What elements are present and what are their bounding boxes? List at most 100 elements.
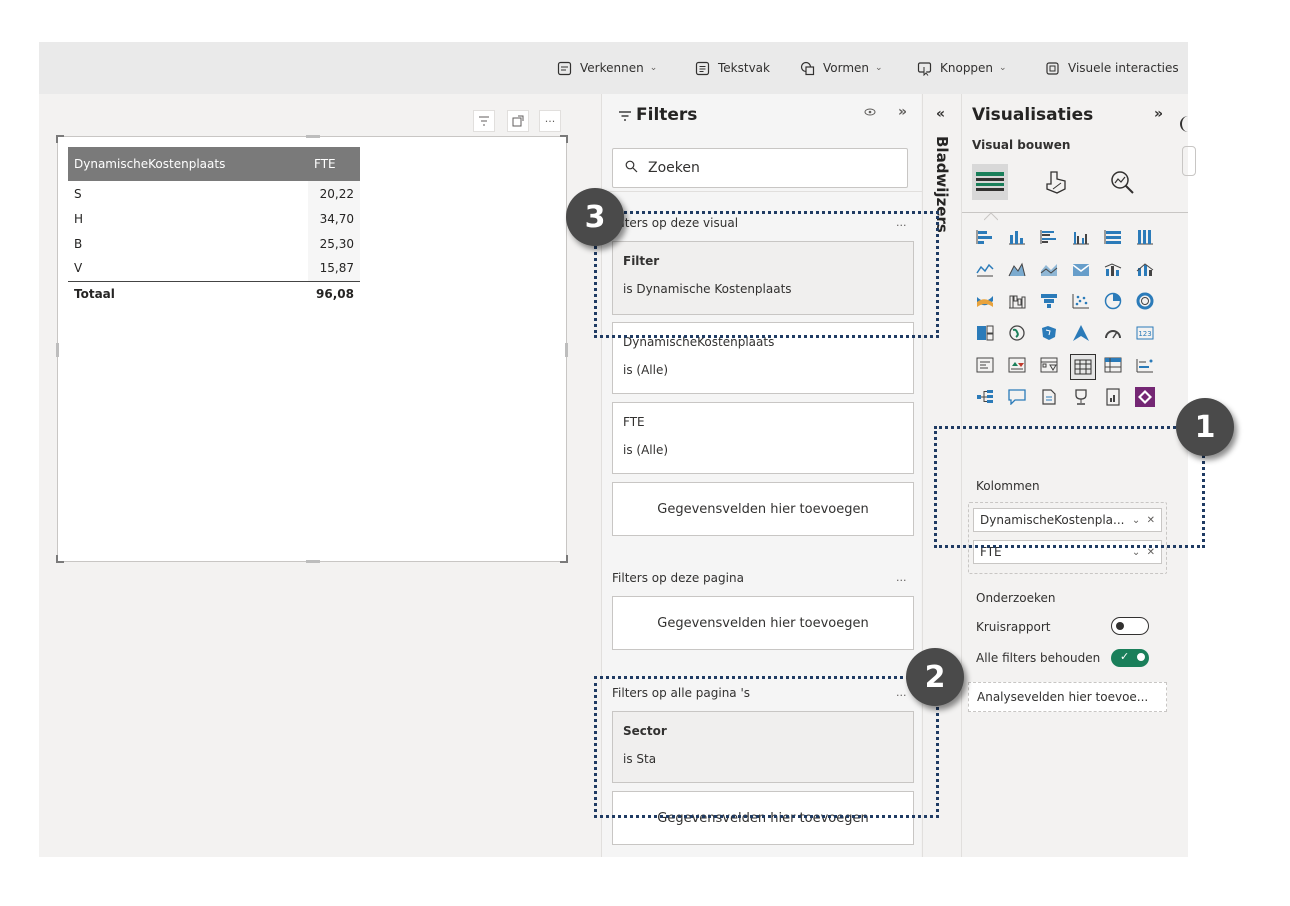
- chevron-down-icon: ⌄: [875, 63, 883, 73]
- line-chart-icon[interactable]: [974, 258, 996, 280]
- resize-handle[interactable]: [306, 135, 320, 138]
- stacked-column-chart-icon[interactable]: [1006, 226, 1028, 248]
- matrix-icon[interactable]: [1102, 354, 1124, 376]
- decomposition-tree-icon[interactable]: [974, 386, 996, 408]
- eye-icon[interactable]: [864, 106, 876, 120]
- filled-map-icon[interactable]: [1038, 322, 1060, 344]
- 100-stacked-column-chart-icon[interactable]: [1134, 226, 1156, 248]
- toggle-knob: [1116, 622, 1124, 630]
- visual-interactions-button[interactable]: Visuele interacties: [1045, 59, 1179, 77]
- goals-icon[interactable]: [1070, 386, 1092, 408]
- smart-narrative-icon[interactable]: [1038, 386, 1060, 408]
- textbox-label: Tekstvak: [718, 61, 770, 75]
- resize-handle[interactable]: [56, 343, 59, 357]
- clustered-column-chart-icon[interactable]: [1070, 226, 1092, 248]
- section-label-page: Filters op deze pagina: [612, 571, 744, 585]
- resize-handle[interactable]: [56, 135, 64, 143]
- resize-handle[interactable]: [560, 135, 568, 143]
- stacked-area-chart-icon[interactable]: [1038, 258, 1060, 280]
- resize-handle[interactable]: [560, 555, 568, 563]
- ribbon-chart-icon[interactable]: [1134, 258, 1156, 280]
- scatter-chart-icon[interactable]: [1070, 290, 1092, 312]
- report-canvas: ··· DynamischeKostenplaats FTE S 20,22 H…: [39, 94, 600, 857]
- kpi-icon[interactable]: [1006, 354, 1028, 376]
- column-header[interactable]: DynamischeKostenplaats: [68, 147, 308, 181]
- qa-icon[interactable]: [1006, 386, 1028, 408]
- textbox-button[interactable]: Tekstvak: [695, 59, 770, 77]
- add-fields-dropzone[interactable]: Gegevensvelden hier toevoegen: [612, 596, 914, 650]
- shapes-button[interactable]: Vormen ⌄: [800, 59, 883, 77]
- filter-card[interactable]: FTE is (Alle): [612, 402, 914, 474]
- build-visual-tab-icon[interactable]: [970, 162, 1010, 202]
- buttons-button[interactable]: Knoppen ⌄: [917, 59, 1007, 77]
- table-row[interactable]: H 34,70: [68, 206, 360, 231]
- focus-mode-icon[interactable]: [507, 110, 529, 132]
- table-visual-icon[interactable]: [1070, 354, 1096, 380]
- more-options-icon[interactable]: ···: [539, 110, 561, 132]
- shapes-icon: [800, 61, 815, 76]
- highlight-box: [594, 676, 939, 818]
- treemap-icon[interactable]: [974, 322, 996, 344]
- line-stacked-column-icon[interactable]: [1070, 258, 1092, 280]
- card-icon[interactable]: 123: [1134, 322, 1156, 344]
- keep-filters-toggle[interactable]: ✓: [1111, 649, 1149, 667]
- analysis-fields-dropzone[interactable]: Analysevelden hier toevoe...: [968, 682, 1167, 712]
- visual-interactions-label: Visuele interacties: [1068, 61, 1179, 75]
- resize-handle[interactable]: [565, 343, 568, 357]
- filter-icon[interactable]: [473, 110, 495, 132]
- chevron-down-icon[interactable]: ⌄ ✕: [1132, 547, 1155, 558]
- chevron-down-icon: ⌄: [649, 63, 658, 73]
- column-header[interactable]: FTE: [308, 147, 360, 181]
- textbox-icon: [695, 61, 710, 76]
- filter-card-title: FTE: [623, 415, 645, 429]
- multi-row-card-icon[interactable]: [974, 354, 996, 376]
- power-apps-icon[interactable]: [1134, 386, 1156, 408]
- expand-bookmarks-icon[interactable]: «: [936, 106, 945, 122]
- search-input[interactable]: Zoeken: [612, 148, 908, 188]
- check-icon: ✓: [1120, 650, 1130, 663]
- waterfall-chart-icon[interactable]: [1006, 290, 1028, 312]
- azure-map-icon[interactable]: [1070, 322, 1092, 344]
- funnel-chart-icon[interactable]: [1038, 290, 1060, 312]
- cross-report-label: Kruisrapport: [976, 620, 1051, 634]
- collapse-filters-icon[interactable]: »: [898, 104, 907, 120]
- highlight-box: [934, 426, 1205, 548]
- row-value: 15,87: [308, 256, 360, 281]
- adjacent-pane-input[interactable]: [1182, 146, 1196, 176]
- more-options-icon[interactable]: ...: [896, 571, 907, 584]
- add-fields-dropzone[interactable]: Gegevensvelden hier toevoegen: [612, 482, 914, 536]
- highlight-box: [594, 211, 939, 338]
- line-clustered-column-icon[interactable]: [1102, 258, 1124, 280]
- table-row[interactable]: V 15,87: [68, 256, 360, 281]
- 100-stacked-bar-chart-icon[interactable]: [1102, 226, 1124, 248]
- map-icon[interactable]: [1006, 322, 1028, 344]
- donut-chart-icon[interactable]: [1134, 290, 1156, 312]
- search-placeholder: Zoeken: [648, 160, 700, 176]
- resize-handle[interactable]: [306, 560, 320, 563]
- row-value: 20,22: [308, 181, 360, 206]
- slicer-icon[interactable]: [1038, 354, 1060, 376]
- key-influencers-icon[interactable]: [1134, 354, 1156, 376]
- waterfall-ribbon-icon[interactable]: [974, 290, 996, 312]
- stacked-bar-chart-icon[interactable]: [974, 226, 996, 248]
- table-row[interactable]: B 25,30: [68, 231, 360, 256]
- clustered-bar-chart-icon[interactable]: [1038, 226, 1060, 248]
- step-badge: 1: [1176, 398, 1234, 456]
- row-label: S: [74, 186, 82, 201]
- explore-button[interactable]: Verkennen ⌄: [557, 59, 657, 77]
- collapse-visualisations-icon[interactable]: »: [1154, 106, 1163, 122]
- gauge-icon[interactable]: [1102, 322, 1124, 344]
- paginated-report-icon[interactable]: [1102, 386, 1124, 408]
- pie-chart-icon[interactable]: [1102, 290, 1124, 312]
- filters-header: Filters »: [602, 94, 922, 140]
- format-visual-tab-icon[interactable]: [1036, 162, 1076, 202]
- row-label: V: [74, 261, 83, 276]
- area-chart-icon[interactable]: [1006, 258, 1028, 280]
- row-value: 25,30: [308, 231, 360, 256]
- analytics-tab-icon[interactable]: [1102, 162, 1142, 202]
- cross-report-toggle[interactable]: [1111, 617, 1149, 635]
- toggle-knob: [1137, 653, 1145, 661]
- table-visual[interactable]: DynamischeKostenplaats FTE S 20,22 H 34,…: [56, 135, 568, 563]
- table-row[interactable]: S 20,22: [68, 181, 360, 206]
- resize-handle[interactable]: [56, 555, 64, 563]
